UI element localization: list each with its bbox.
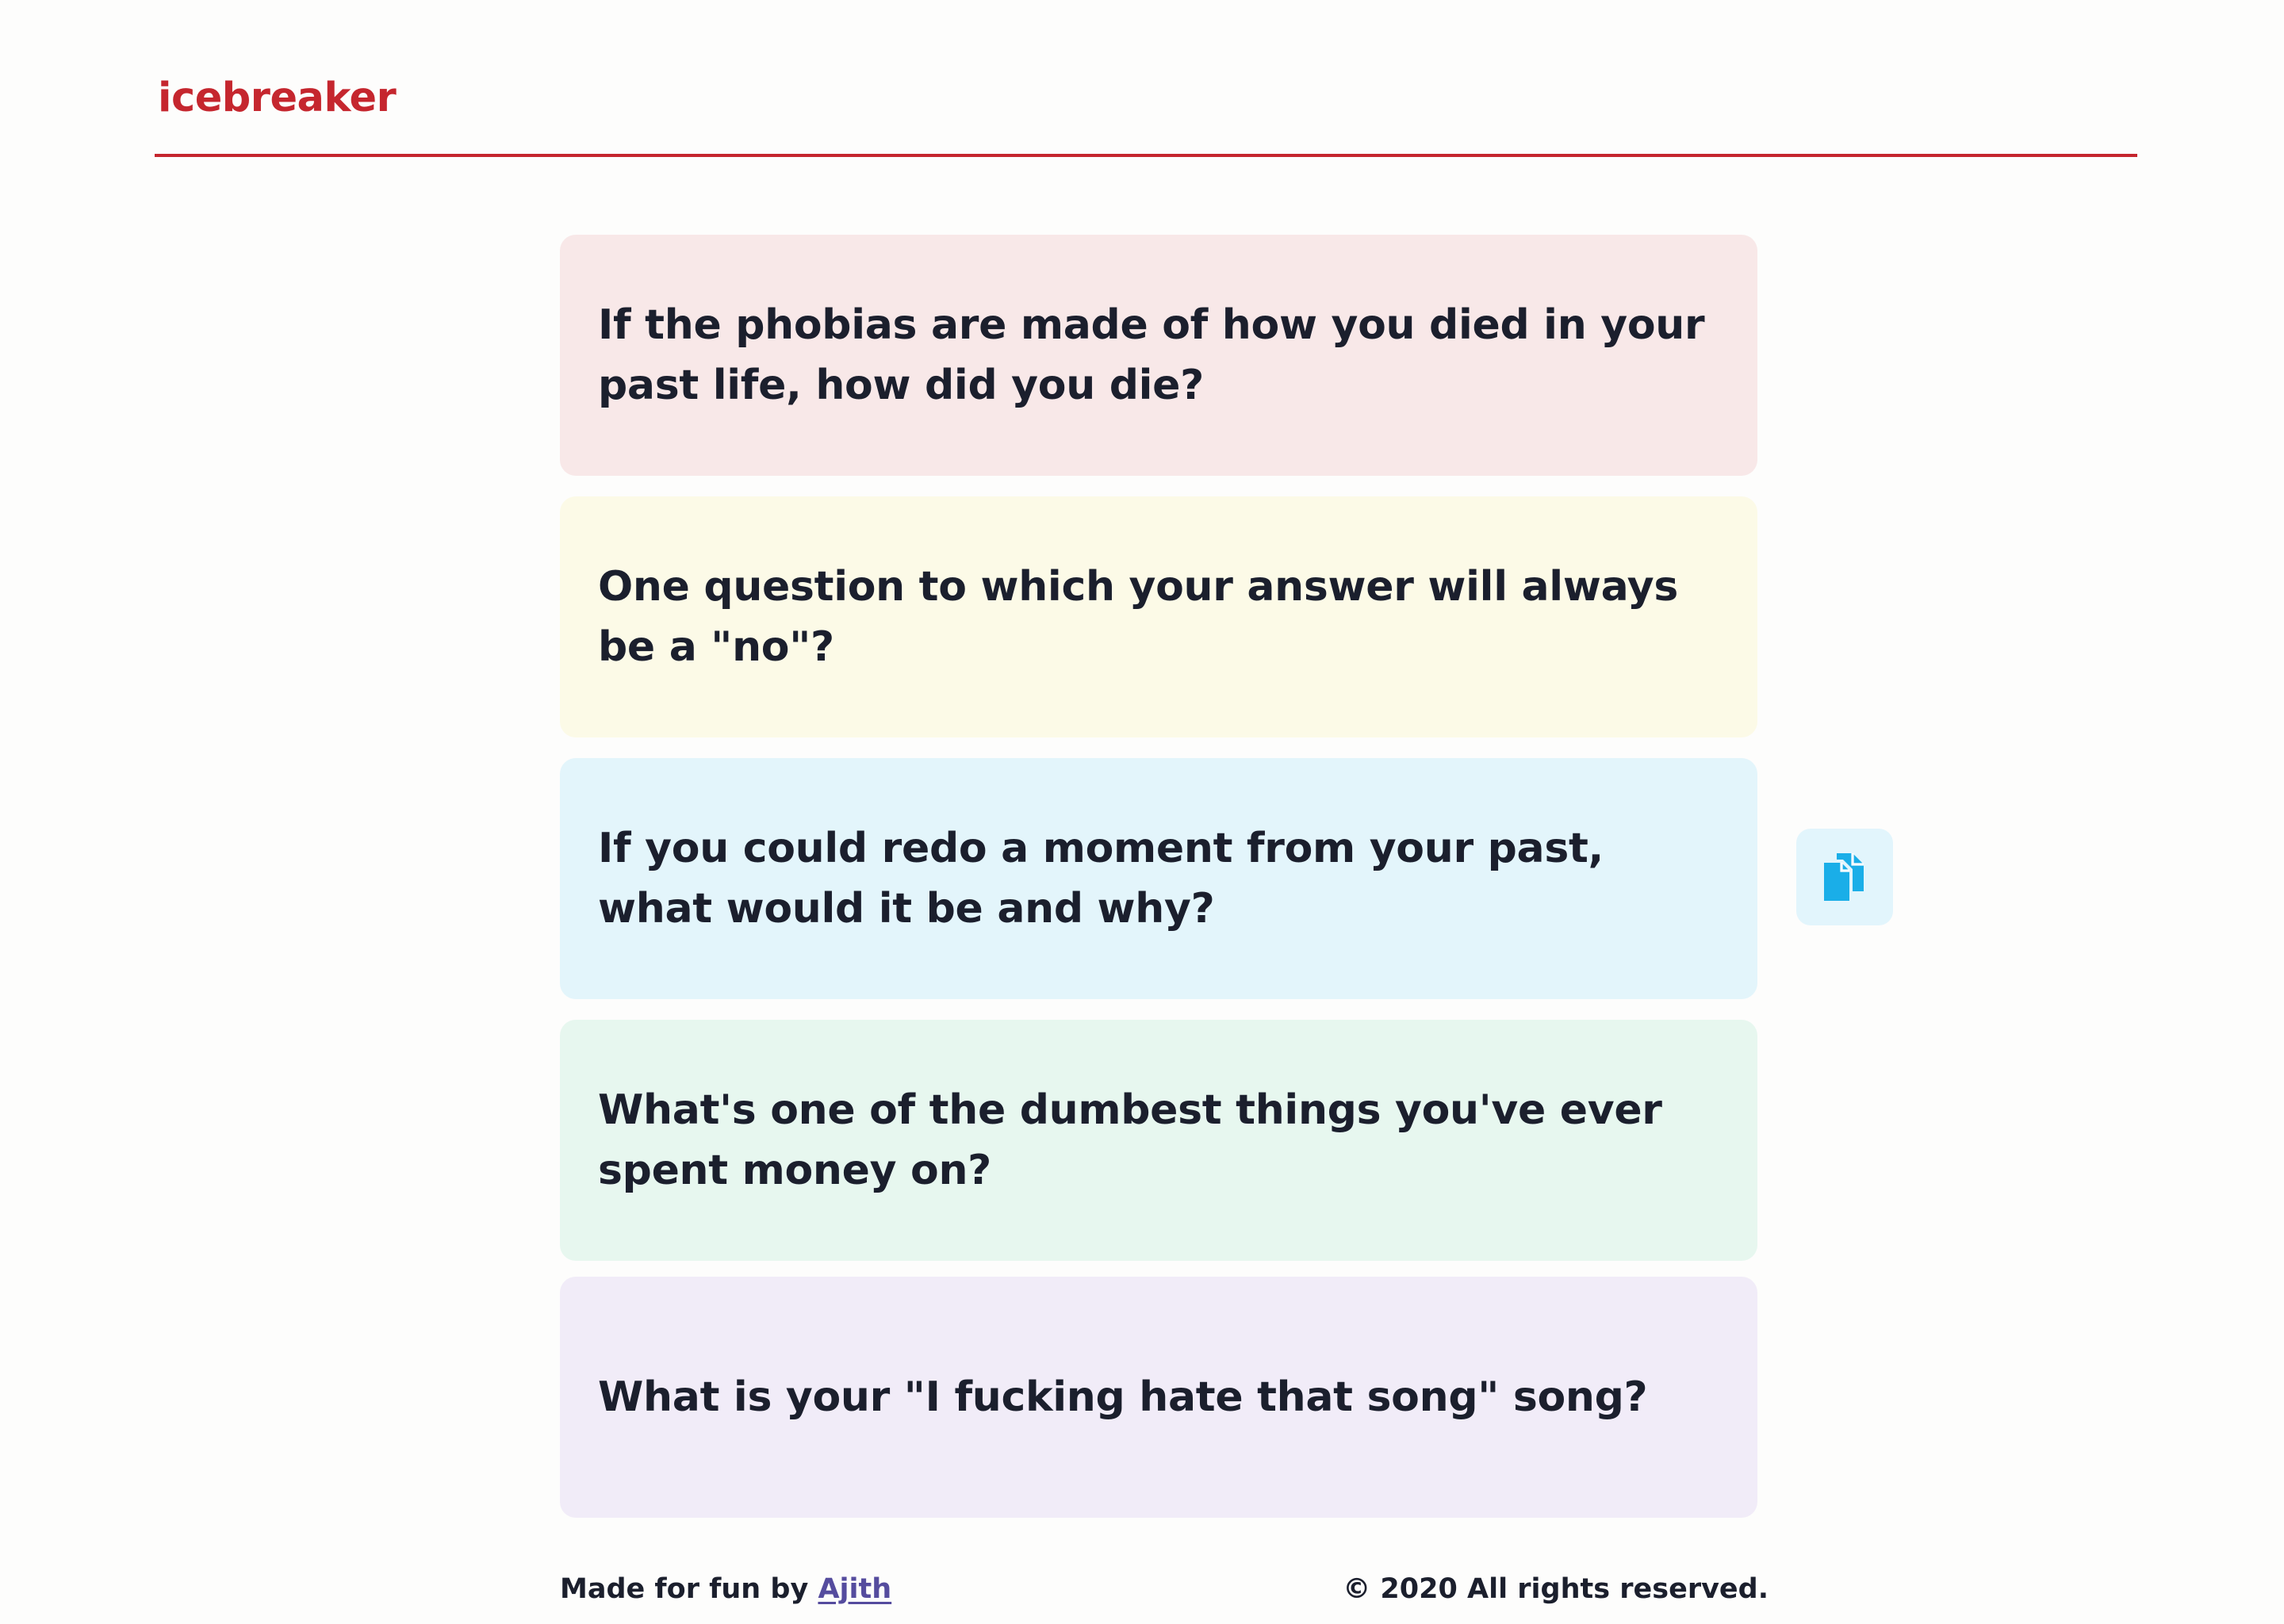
- question-text: One question to which your answer will a…: [598, 563, 1679, 671]
- question-card[interactable]: One question to which your answer will a…: [560, 496, 1757, 737]
- question-text: What is your "I fucking hate that song" …: [598, 1373, 1648, 1421]
- question-text: If the phobias are made of how you died …: [598, 301, 1705, 409]
- site-logo[interactable]: icebreaker: [158, 78, 397, 118]
- footer-credit-prefix: Made for fun by: [560, 1573, 818, 1605]
- author-link[interactable]: Ajith: [818, 1573, 891, 1605]
- question-card[interactable]: If you could redo a moment from your pas…: [560, 758, 1757, 999]
- question-text: What's one of the dumbest things you've …: [598, 1086, 1662, 1194]
- site-header: icebreaker: [155, 0, 2137, 157]
- question-card[interactable]: What is your "I fucking hate that song" …: [560, 1277, 1757, 1518]
- copy-icon: [1824, 853, 1864, 901]
- footer-credit: Made for fun by Ajith: [560, 1572, 891, 1607]
- copy-button[interactable]: [1796, 829, 1893, 925]
- question-card[interactable]: If the phobias are made of how you died …: [560, 235, 1757, 476]
- footer-copyright: © 2020 All rights reserved.: [1343, 1573, 1769, 1605]
- question-card[interactable]: What's one of the dumbest things you've …: [560, 1020, 1757, 1261]
- question-text: If you could redo a moment from your pas…: [598, 825, 1604, 933]
